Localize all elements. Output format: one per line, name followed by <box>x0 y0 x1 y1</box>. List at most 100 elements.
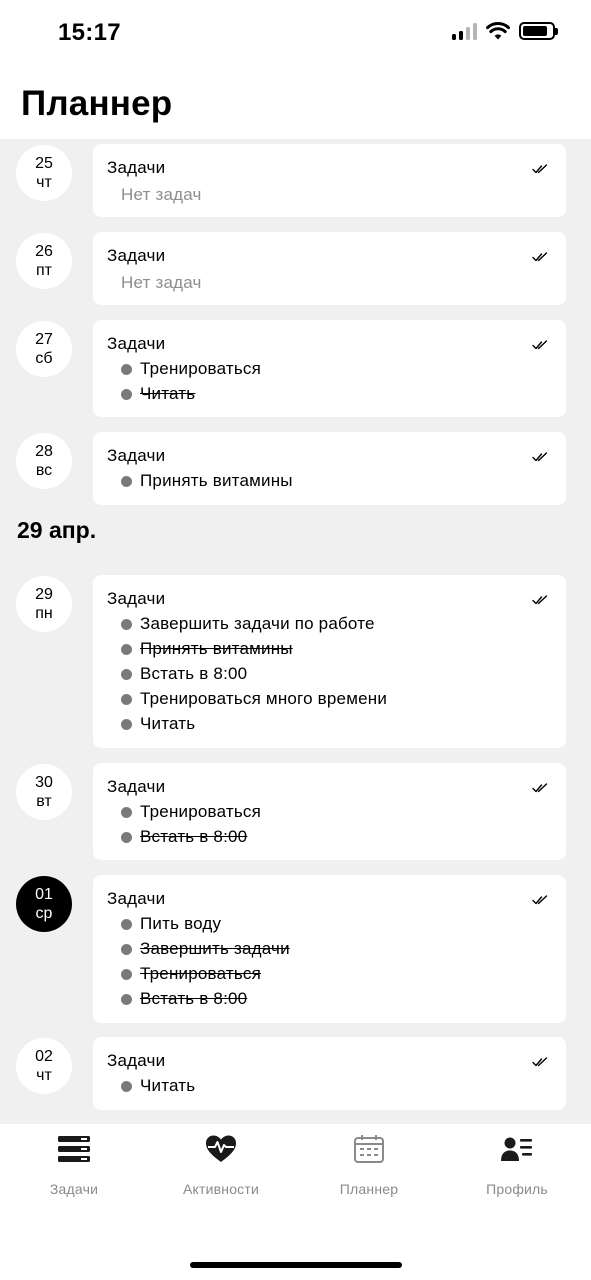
bullet-dot-icon <box>121 993 132 1005</box>
wifi-icon <box>486 22 510 40</box>
task-text: Читать <box>140 714 196 733</box>
double-check-icon[interactable] <box>532 593 548 605</box>
tab-bar: Задачи Активности Планнер Профиль <box>0 1124 591 1280</box>
tab-activities[interactable]: Активности <box>166 1134 276 1197</box>
task-text: Читать <box>140 1076 196 1095</box>
tasks-card[interactable]: Задачи Принять витамины <box>93 432 566 505</box>
task-text: Принять витамины <box>140 639 293 658</box>
date-badge[interactable]: 30 вт <box>16 764 72 820</box>
double-check-icon[interactable] <box>532 450 548 462</box>
tasks-card-title: Задачи <box>107 158 166 177</box>
date-badge[interactable]: 26 пт <box>16 233 72 289</box>
double-check-icon[interactable] <box>532 781 548 793</box>
tasks-card-title: Задачи <box>107 777 166 796</box>
cellular-signal-icon <box>452 22 477 40</box>
date-weekday: вс <box>35 462 53 479</box>
bullet-dot-icon <box>121 1080 132 1092</box>
task-text: Встать в 8:00 <box>140 989 248 1008</box>
task-text: Принять витамины <box>140 471 293 490</box>
bullet-dot-icon <box>121 475 132 487</box>
planner-feed[interactable]: 25 чт Задачи Нет задач 26 пт Задачи Нет задач 27… <box>0 139 591 1124</box>
date-day-number: 27 <box>35 331 53 348</box>
status-icons <box>452 22 558 40</box>
task-text: Тренироваться <box>140 359 262 378</box>
date-badge[interactable]: 01 ср <box>16 876 72 932</box>
task-text: Встать в 8:00 <box>140 827 248 846</box>
bullet-dot-icon <box>121 918 132 930</box>
task-item-completed[interactable]: Встать в 8:00 <box>107 989 552 1009</box>
task-text: Встать в 8:00 <box>140 664 248 683</box>
tasks-card-title: Задачи <box>107 889 166 908</box>
bullet-dot-icon <box>121 968 132 980</box>
date-badge[interactable]: 02 чт <box>16 1038 72 1094</box>
date-badge[interactable]: 27 сб <box>16 321 72 377</box>
task-item[interactable]: Принять витамины <box>107 471 552 491</box>
task-text: Тренироваться много времени <box>140 689 388 708</box>
tasks-card[interactable]: Задачи Тренироваться Встать в 8:00 <box>93 763 566 860</box>
page-title: Планнер <box>21 84 173 123</box>
task-item-completed[interactable]: Завершить задачи <box>107 939 552 959</box>
task-text: Завершить задачи по работе <box>140 614 375 633</box>
no-tasks-text: Нет задач <box>121 273 202 292</box>
date-day-number: 30 <box>35 774 53 791</box>
bullet-dot-icon <box>121 943 132 955</box>
date-weekday: чт <box>36 1067 52 1084</box>
task-text: Завершить задачи <box>140 939 290 958</box>
tasks-stack-icon <box>57 1134 91 1169</box>
bullet-dot-icon <box>121 831 132 843</box>
bullet-dot-icon <box>121 618 132 630</box>
date-badge[interactable]: 25 чт <box>16 145 72 201</box>
date-weekday: пн <box>35 605 53 622</box>
date-badge[interactable]: 29 пн <box>16 576 72 632</box>
task-item[interactable]: Встать в 8:00 <box>107 664 552 684</box>
date-badge[interactable]: 28 вс <box>16 433 72 489</box>
double-check-icon[interactable] <box>532 338 548 350</box>
task-item[interactable]: Тренироваться много времени <box>107 689 552 709</box>
tasks-card[interactable]: Задачи Нет задач <box>93 144 566 217</box>
tasks-card[interactable]: Задачи Читать <box>93 1037 566 1110</box>
task-item-completed[interactable]: Тренироваться <box>107 964 552 984</box>
task-item[interactable]: Пить воду <box>107 914 552 934</box>
task-item[interactable]: Тренироваться <box>107 359 552 379</box>
tasks-card-title: Задачи <box>107 589 166 608</box>
tasks-card-title: Задачи <box>107 446 166 465</box>
task-item-completed[interactable]: Читать <box>107 384 552 404</box>
tab-planner[interactable]: Планнер <box>314 1134 424 1197</box>
profile-list-icon <box>500 1134 534 1169</box>
date-day-number: 02 <box>35 1048 53 1065</box>
double-check-icon[interactable] <box>532 1055 548 1067</box>
task-item[interactable]: Завершить задачи по работе <box>107 614 552 634</box>
date-day-number: 26 <box>35 243 53 260</box>
tab-profile[interactable]: Профиль <box>462 1134 572 1197</box>
task-item[interactable]: Читать <box>107 1076 552 1096</box>
task-text: Тренироваться <box>140 964 262 983</box>
tasks-card[interactable]: Задачи Тренироваться Читать <box>93 320 566 417</box>
status-time: 15:17 <box>58 19 121 46</box>
date-weekday: ср <box>35 905 53 922</box>
tasks-card[interactable]: Задачи Пить воду Завершить задачи Тренирова… <box>93 875 566 1023</box>
date-weekday: сб <box>35 350 53 367</box>
tasks-card[interactable]: Задачи Завершить задачи по работе Принять … <box>93 575 566 748</box>
task-item[interactable]: Читать <box>107 714 552 734</box>
double-check-icon[interactable] <box>532 162 548 174</box>
task-item-completed[interactable]: Встать в 8:00 <box>107 827 552 847</box>
task-item[interactable]: Тренироваться <box>107 802 552 822</box>
date-day-number: 29 <box>35 586 53 603</box>
tab-label: Активности <box>182 1181 260 1197</box>
bullet-dot-icon <box>121 718 132 730</box>
tasks-card[interactable]: Задачи Нет задач <box>93 232 566 305</box>
double-check-icon[interactable] <box>532 893 548 905</box>
double-check-icon[interactable] <box>532 250 548 262</box>
month-header: 29 апр. <box>17 517 97 543</box>
date-weekday: пт <box>36 262 52 279</box>
tab-label: Профиль <box>486 1181 548 1197</box>
bullet-dot-icon <box>121 806 132 818</box>
date-day-number: 28 <box>35 443 53 460</box>
tab-tasks[interactable]: Задачи <box>19 1134 129 1197</box>
tasks-card-title: Задачи <box>107 334 166 353</box>
calendar-icon <box>352 1134 386 1169</box>
date-weekday: вт <box>36 793 52 810</box>
date-day-number: 25 <box>35 155 53 172</box>
task-item-completed[interactable]: Принять витамины <box>107 639 552 659</box>
bullet-dot-icon <box>121 693 132 705</box>
